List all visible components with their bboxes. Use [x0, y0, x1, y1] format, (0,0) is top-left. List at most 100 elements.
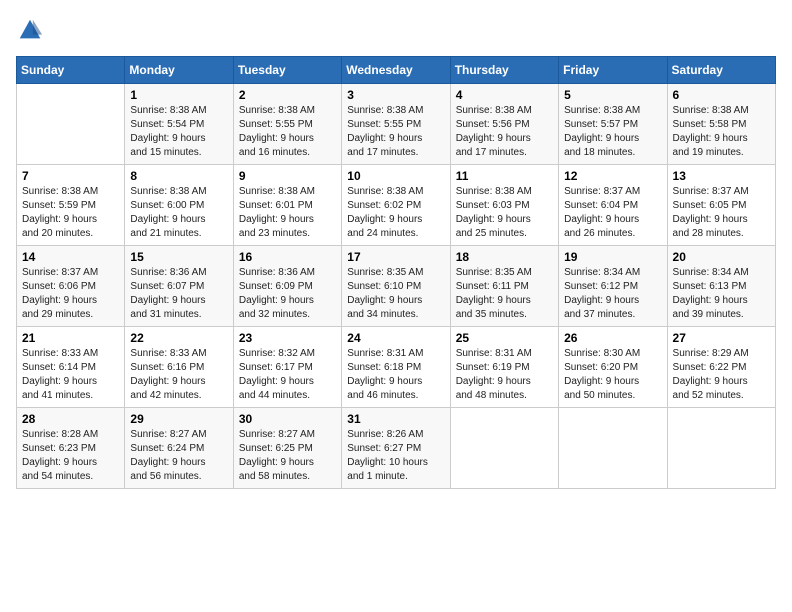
calendar-week-4: 21Sunrise: 8:33 AM Sunset: 6:14 PM Dayli… [17, 327, 776, 408]
calendar-cell: 10Sunrise: 8:38 AM Sunset: 6:02 PM Dayli… [342, 165, 450, 246]
cell-info: Sunrise: 8:37 AM Sunset: 6:04 PM Dayligh… [564, 185, 661, 241]
day-number: 23 [239, 331, 336, 345]
col-header-sunday: Sunday [17, 57, 125, 84]
cell-info: Sunrise: 8:33 AM Sunset: 6:14 PM Dayligh… [22, 347, 119, 403]
calendar-week-5: 28 Sunrise: 8:28 AM Sunset: 6:23 PM Dayli… [17, 408, 776, 489]
col-header-friday: Friday [559, 57, 667, 84]
cell-info: Sunrise: 8:27 AM Sunset: 6:24 PM Dayligh… [130, 428, 227, 484]
cell-info: Sunrise: 8:35 AM Sunset: 6:11 PM Dayligh… [456, 266, 553, 322]
cell-info: Sunrise: 8:35 AM Sunset: 6:10 PM Dayligh… [347, 266, 444, 322]
calendar-header-row: SundayMondayTuesdayWednesdayThursdayFrid… [17, 57, 776, 84]
day-number: 26 [564, 331, 661, 345]
col-header-wednesday: Wednesday [342, 57, 450, 84]
col-header-saturday: Saturday [667, 57, 775, 84]
day-number: 24 [347, 331, 444, 345]
calendar-cell: 16 Sunrise: 8:36 AM Sunset: 6:09 PM Dayli… [233, 246, 341, 327]
cell-info: Sunrise: 8:31 AM Sunset: 6:18 PM Dayligh… [347, 347, 444, 403]
day-number: 3 [347, 88, 444, 102]
col-header-thursday: Thursday [450, 57, 558, 84]
calendar-cell: 2 Sunrise: 8:38 AM Sunset: 5:55 PM Daylig… [233, 84, 341, 165]
cell-info: Sunrise: 8:38 AM Sunset: 6:02 PM Dayligh… [347, 185, 444, 241]
cell-info: Sunrise: 8:38 AM Sunset: 5:56 PM Dayligh… [456, 104, 553, 160]
day-number: 18 [456, 250, 553, 264]
calendar-cell: 28 Sunrise: 8:28 AM Sunset: 6:23 PM Dayli… [17, 408, 125, 489]
day-number: 12 [564, 169, 661, 183]
calendar-cell: 23 Sunrise: 8:32 AM Sunset: 6:17 PM Dayli… [233, 327, 341, 408]
day-number: 1 [130, 88, 227, 102]
cell-info: Sunrise: 8:36 AM Sunset: 6:07 PM Dayligh… [130, 266, 227, 322]
day-number: 31 [347, 412, 444, 426]
cell-info: Sunrise: 8:26 AM Sunset: 6:27 PM Dayligh… [347, 428, 444, 484]
calendar-week-3: 14 Sunrise: 8:37 AM Sunset: 6:06 PM Dayli… [17, 246, 776, 327]
day-number: 13 [673, 169, 770, 183]
cell-info: Sunrise: 8:32 AM Sunset: 6:17 PM Dayligh… [239, 347, 336, 403]
cell-info: Sunrise: 8:38 AM Sunset: 5:55 PM Dayligh… [239, 104, 336, 160]
cell-info: Sunrise: 8:33 AM Sunset: 6:16 PM Dayligh… [130, 347, 227, 403]
day-number: 30 [239, 412, 336, 426]
day-number: 27 [673, 331, 770, 345]
calendar-cell: 5 Sunrise: 8:38 AM Sunset: 5:57 PM Daylig… [559, 84, 667, 165]
day-number: 29 [130, 412, 227, 426]
calendar-cell: 9Sunrise: 8:38 AM Sunset: 6:01 PM Daylig… [233, 165, 341, 246]
calendar-cell: 30 Sunrise: 8:27 AM Sunset: 6:25 PM Dayli… [233, 408, 341, 489]
calendar-cell: 11Sunrise: 8:38 AM Sunset: 6:03 PM Dayli… [450, 165, 558, 246]
cell-info: Sunrise: 8:38 AM Sunset: 5:57 PM Dayligh… [564, 104, 661, 160]
cell-info: Sunrise: 8:38 AM Sunset: 5:58 PM Dayligh… [673, 104, 770, 160]
calendar-cell: 4 Sunrise: 8:38 AM Sunset: 5:56 PM Daylig… [450, 84, 558, 165]
logo-icon [16, 16, 44, 44]
day-number: 6 [673, 88, 770, 102]
day-number: 28 [22, 412, 119, 426]
cell-info: Sunrise: 8:31 AM Sunset: 6:19 PM Dayligh… [456, 347, 553, 403]
cell-info: Sunrise: 8:30 AM Sunset: 6:20 PM Dayligh… [564, 347, 661, 403]
calendar-table: SundayMondayTuesdayWednesdayThursdayFrid… [16, 56, 776, 489]
day-number: 7 [22, 169, 119, 183]
day-number: 8 [130, 169, 227, 183]
calendar-cell [559, 408, 667, 489]
cell-info: Sunrise: 8:37 AM Sunset: 6:06 PM Dayligh… [22, 266, 119, 322]
calendar-cell: 24 Sunrise: 8:31 AM Sunset: 6:18 PM Dayli… [342, 327, 450, 408]
day-number: 22 [130, 331, 227, 345]
calendar-cell: 31 Sunrise: 8:26 AM Sunset: 6:27 PM Dayli… [342, 408, 450, 489]
day-number: 20 [673, 250, 770, 264]
calendar-cell: 27 Sunrise: 8:29 AM Sunset: 6:22 PM Dayli… [667, 327, 775, 408]
calendar-cell: 3 Sunrise: 8:38 AM Sunset: 5:55 PM Daylig… [342, 84, 450, 165]
day-number: 17 [347, 250, 444, 264]
cell-info: Sunrise: 8:36 AM Sunset: 6:09 PM Dayligh… [239, 266, 336, 322]
calendar-cell: 13 Sunrise: 8:37 AM Sunset: 6:05 PM Dayli… [667, 165, 775, 246]
day-number: 4 [456, 88, 553, 102]
cell-info: Sunrise: 8:37 AM Sunset: 6:05 PM Dayligh… [673, 185, 770, 241]
cell-info: Sunrise: 8:29 AM Sunset: 6:22 PM Dayligh… [673, 347, 770, 403]
calendar-cell: 14 Sunrise: 8:37 AM Sunset: 6:06 PM Dayli… [17, 246, 125, 327]
calendar-cell [17, 84, 125, 165]
day-number: 25 [456, 331, 553, 345]
calendar-cell: 1Sunrise: 8:38 AM Sunset: 5:54 PM Daylig… [125, 84, 233, 165]
day-number: 5 [564, 88, 661, 102]
cell-info: Sunrise: 8:38 AM Sunset: 6:03 PM Dayligh… [456, 185, 553, 241]
calendar-cell [450, 408, 558, 489]
cell-info: Sunrise: 8:38 AM Sunset: 6:01 PM Dayligh… [239, 185, 336, 241]
cell-info: Sunrise: 8:38 AM Sunset: 6:00 PM Dayligh… [130, 185, 227, 241]
calendar-cell: 17 Sunrise: 8:35 AM Sunset: 6:10 PM Dayli… [342, 246, 450, 327]
calendar-cell: 12 Sunrise: 8:37 AM Sunset: 6:04 PM Dayli… [559, 165, 667, 246]
calendar-cell: 22 Sunrise: 8:33 AM Sunset: 6:16 PM Dayli… [125, 327, 233, 408]
calendar-cell: 18 Sunrise: 8:35 AM Sunset: 6:11 PM Dayli… [450, 246, 558, 327]
calendar-cell: 8 Sunrise: 8:38 AM Sunset: 6:00 PM Daylig… [125, 165, 233, 246]
page-header [16, 16, 776, 44]
calendar-cell: 20 Sunrise: 8:34 AM Sunset: 6:13 PM Dayli… [667, 246, 775, 327]
day-number: 15 [130, 250, 227, 264]
calendar-cell: 19Sunrise: 8:34 AM Sunset: 6:12 PM Dayli… [559, 246, 667, 327]
cell-info: Sunrise: 8:38 AM Sunset: 5:55 PM Dayligh… [347, 104, 444, 160]
calendar-cell: 26 Sunrise: 8:30 AM Sunset: 6:20 PM Dayli… [559, 327, 667, 408]
calendar-cell: 21Sunrise: 8:33 AM Sunset: 6:14 PM Dayli… [17, 327, 125, 408]
day-number: 19 [564, 250, 661, 264]
calendar-cell [667, 408, 775, 489]
cell-info: Sunrise: 8:28 AM Sunset: 6:23 PM Dayligh… [22, 428, 119, 484]
calendar-week-2: 7Sunrise: 8:38 AM Sunset: 5:59 PM Daylig… [17, 165, 776, 246]
day-number: 14 [22, 250, 119, 264]
calendar-cell: 25 Sunrise: 8:31 AM Sunset: 6:19 PM Dayli… [450, 327, 558, 408]
cell-info: Sunrise: 8:27 AM Sunset: 6:25 PM Dayligh… [239, 428, 336, 484]
calendar-cell: 6 Sunrise: 8:38 AM Sunset: 5:58 PM Daylig… [667, 84, 775, 165]
cell-info: Sunrise: 8:34 AM Sunset: 6:13 PM Dayligh… [673, 266, 770, 322]
day-number: 16 [239, 250, 336, 264]
day-number: 2 [239, 88, 336, 102]
